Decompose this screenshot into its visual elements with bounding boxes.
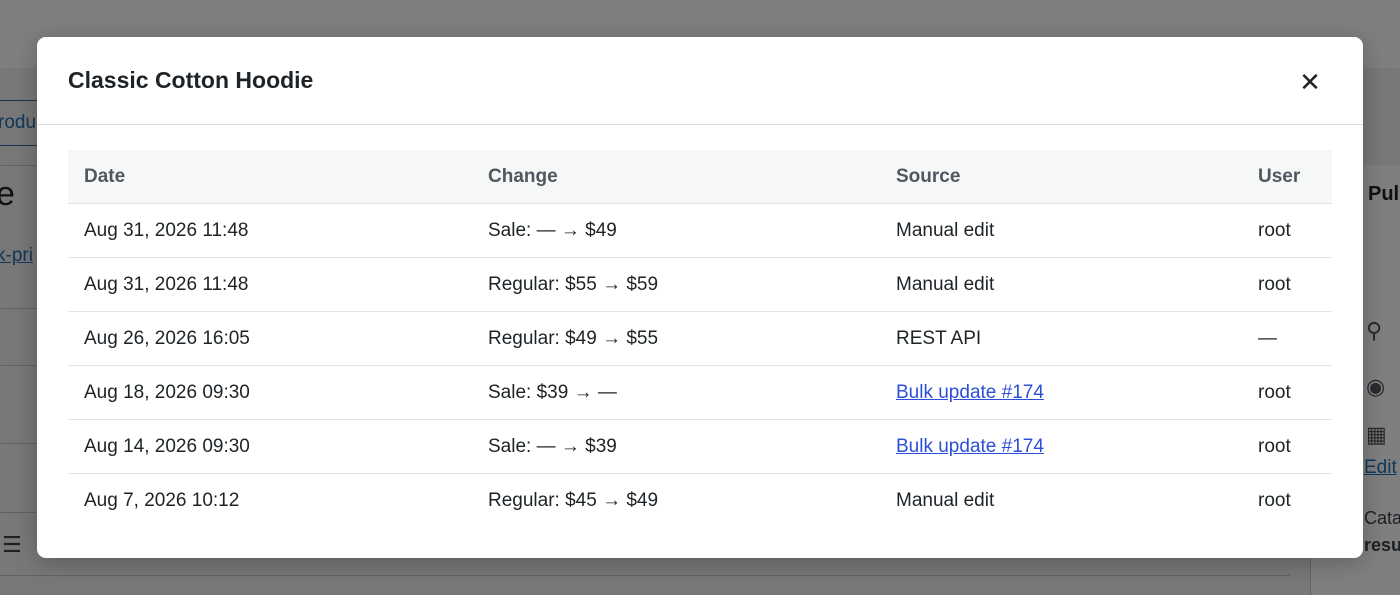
column-header-date: Date xyxy=(68,150,472,204)
cell-source: REST API xyxy=(880,311,1242,366)
cell-change: Sale: $39 → — xyxy=(472,365,880,420)
bulk-update-link[interactable]: Bulk update #174 xyxy=(896,436,1044,457)
cell-user: root xyxy=(1242,203,1332,258)
cell-user: root xyxy=(1242,365,1332,420)
cell-date: Aug 18, 2026 09:30 xyxy=(68,365,472,420)
table-row: Aug 31, 2026 11:48 Sale: — → $49 Manual … xyxy=(68,203,1332,258)
cell-date: Aug 7, 2026 10:12 xyxy=(84,489,240,511)
cell-date: Aug 26, 2026 16:05 xyxy=(68,311,472,366)
table-header-row: Date Change Source User xyxy=(68,150,1332,204)
cell-date: Aug 31, 2026 11:48 xyxy=(68,203,472,258)
close-icon: ✕ xyxy=(1299,67,1321,97)
column-header-change: Change xyxy=(472,150,880,204)
cell-source: Manual edit xyxy=(896,489,995,511)
modal-header: Classic Cotton Hoodie ✕ xyxy=(37,37,1363,125)
close-button[interactable]: ✕ xyxy=(1293,65,1327,99)
cell-change: Regular: $49 → $55 xyxy=(472,311,880,366)
cell-change: Regular: $55 → $59 xyxy=(472,257,880,312)
cell-user: root xyxy=(1242,419,1332,474)
bulk-update-link[interactable]: Bulk update #174 xyxy=(896,382,1044,403)
cell-change: Sale: — → $39 xyxy=(472,419,880,474)
table-row: Aug 26, 2026 16:05 Regular: $49 → $55 RE… xyxy=(68,311,1332,366)
cell-user: root xyxy=(1258,489,1291,511)
cell-user: root xyxy=(1242,257,1332,312)
price-history-modal: Classic Cotton Hoodie ✕ Date Change Sour… xyxy=(37,37,1363,558)
table-row: Aug 14, 2026 09:30 Sale: — → $39 Bulk up… xyxy=(68,419,1332,474)
column-header-user: User xyxy=(1242,150,1332,204)
cell-date: Aug 14, 2026 09:30 xyxy=(68,419,472,474)
cell-source: Manual edit xyxy=(880,257,1242,312)
price-history-table: Date Change Source User Aug 31, 2026 11:… xyxy=(68,150,1332,527)
table-row: Aug 31, 2026 11:48 Regular: $55 → $59 Ma… xyxy=(68,257,1332,312)
table-row: Aug 18, 2026 09:30 Sale: $39 → — Bulk up… xyxy=(68,365,1332,420)
column-header-source: Source xyxy=(880,150,1242,204)
cell-date: Aug 31, 2026 11:48 xyxy=(68,257,472,312)
cell-change: Sale: — → $49 xyxy=(472,203,880,258)
cell-change: Regular: $45 → $49 xyxy=(488,489,659,511)
cell-user: — xyxy=(1242,311,1332,366)
modal-title: Classic Cotton Hoodie xyxy=(68,67,314,93)
cell-source: Manual edit xyxy=(880,203,1242,258)
table-row: Aug 7, 2026 10:12 Regular: $45 → $49 Man… xyxy=(68,474,1332,528)
